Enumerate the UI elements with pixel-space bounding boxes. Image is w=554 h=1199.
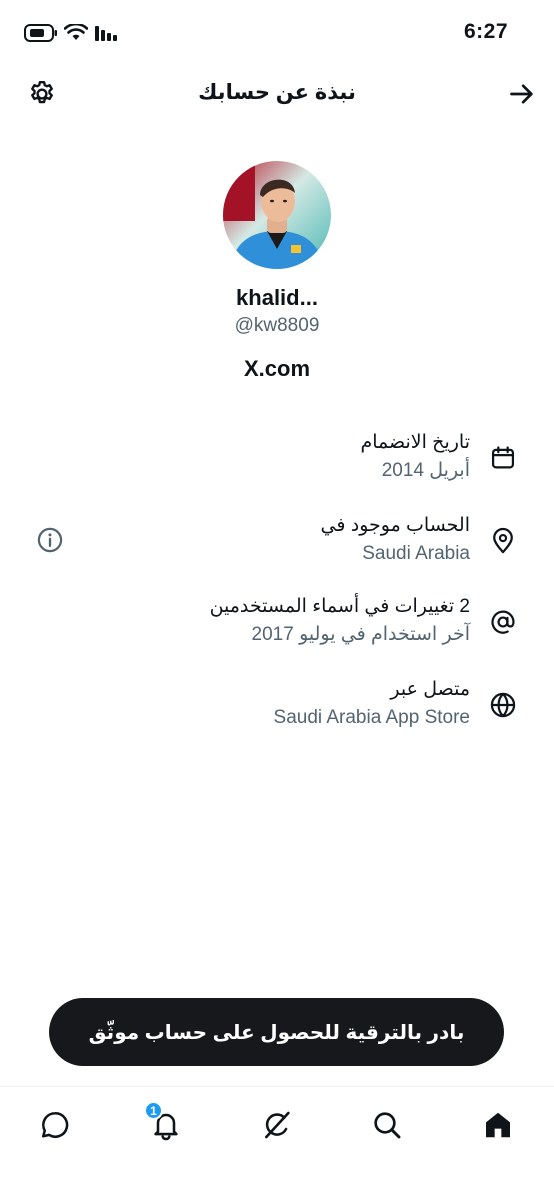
grok-icon [265,1111,290,1139]
status-time: 6:27 [463,20,508,43]
info-value: أبريل 2014 [381,460,470,481]
user-handle: @kw8809 [234,315,320,336]
tab-messages[interactable] [31,1101,79,1149]
info-row-location: الحساب موجود في Saudi Arabia [0,510,554,580]
home-icon [486,1112,510,1138]
search-icon [374,1112,401,1139]
info-circle-icon [37,527,63,553]
tab-notifications[interactable]: 1 [142,1101,190,1149]
upgrade-verified-button[interactable]: بادر بالترقية للحصول على حساب موثّق [49,998,504,1066]
calendar-icon [488,443,518,473]
header: نبذة عن حسابك [0,66,554,124]
status-bar: 6:27 [0,0,554,66]
info-row-username-changes: 2 تغييرات في أسماء المستخدمين آخر استخدا… [0,591,554,661]
location-info-button[interactable] [34,524,66,556]
bottom-tab-bar: 1 [0,1086,554,1199]
globe-icon [488,690,518,720]
info-value: Saudi Arabia App Store [273,707,470,728]
tab-grok[interactable] [253,1101,301,1149]
info-row-joined: تاريخ الانضمام أبريل 2014 [0,427,554,497]
wifi-icon [63,22,89,47]
display-name: khalid... [236,285,318,310]
battery-icon [24,24,58,47]
arrow-right-icon [510,84,533,104]
avatar[interactable] [223,161,331,269]
location-pin-icon [488,526,518,556]
info-value: آخر استخدام في يوليو 2017 [251,624,470,645]
messages-icon [42,1111,69,1138]
page-title: نبذة عن حسابك [198,81,356,104]
notification-badge: 1 [144,1101,163,1120]
info-title: 2 تغييرات في أسماء المستخدمين [209,596,470,617]
info-value: Saudi Arabia [362,543,470,564]
info-title: الحساب موجود في [320,515,470,536]
signal-icon [94,24,120,47]
at-icon [488,607,518,637]
status-icons [24,22,120,47]
tab-search[interactable] [363,1101,411,1149]
info-row-connected-via: متصل عبر Saudi Arabia App Store [0,674,554,744]
back-button[interactable] [502,74,542,114]
info-title: متصل عبر [390,679,470,700]
site-link[interactable]: X.com [0,356,554,382]
tab-home[interactable] [474,1101,522,1149]
info-title: تاريخ الانضمام [360,432,470,453]
